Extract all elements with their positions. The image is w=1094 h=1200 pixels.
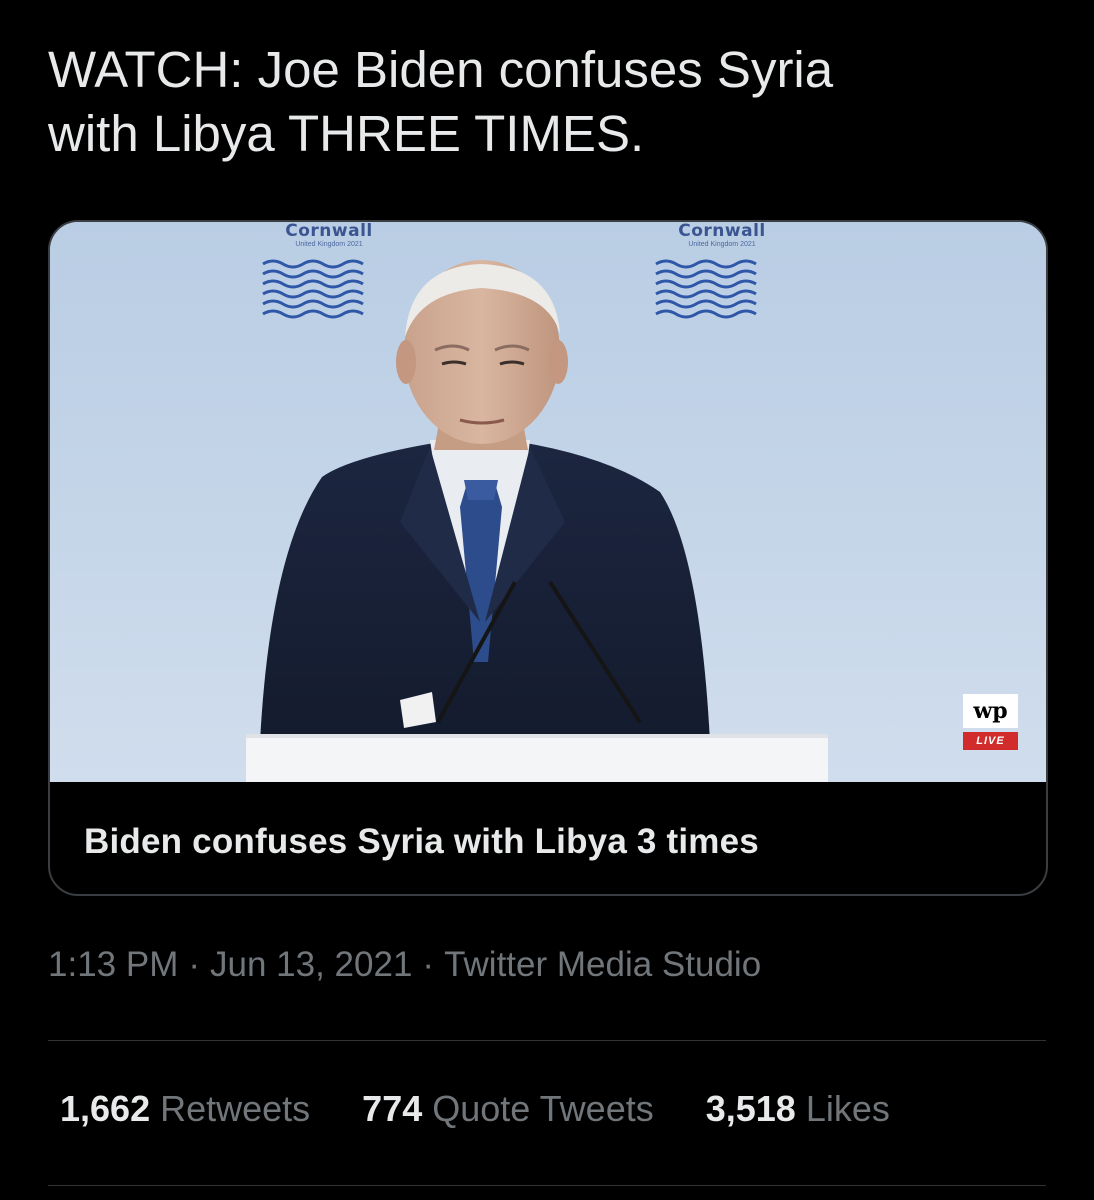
tweet-text: WATCH: Joe Biden confuses Syria with Lib… xyxy=(48,38,1048,166)
retweets-count: 1,662 xyxy=(60,1088,151,1129)
tweet-text-line-2: with Libya THREE TIMES. xyxy=(48,105,645,162)
quote-tweets-label: Quote Tweets xyxy=(432,1088,654,1129)
separator-dot: · xyxy=(422,945,435,984)
cornwall-logo-right-sub: United Kingdom 2021 xyxy=(688,241,756,248)
washington-post-live-watermark: wp LIVE xyxy=(963,694,1018,756)
cornwall-logo-left-sub: United Kingdom 2021 xyxy=(295,241,363,248)
likes-label: Likes xyxy=(805,1088,890,1129)
retweets-stat[interactable]: 1,662 Retweets xyxy=(60,1088,310,1130)
wp-logo-icon: wp xyxy=(963,694,1018,728)
divider-bottom xyxy=(48,1185,1046,1186)
video-player[interactable]: Cornwall United Kingdom 2021 Cornwall Un… xyxy=(50,222,1046,782)
video-media-card[interactable]: Cornwall United Kingdom 2021 Cornwall Un… xyxy=(48,220,1048,896)
live-badge: LIVE xyxy=(963,732,1018,750)
tweet-source[interactable]: Twitter Media Studio xyxy=(444,945,761,984)
tweet-date[interactable]: Jun 13, 2021 xyxy=(210,945,412,984)
retweets-label: Retweets xyxy=(160,1088,311,1129)
media-card-title[interactable]: Biden confuses Syria with Libya 3 times xyxy=(84,822,759,862)
cornwall-logo-right-word: Cornwall xyxy=(678,222,766,241)
tweet-detail-page: WATCH: Joe Biden confuses Syria with Lib… xyxy=(0,0,1094,1200)
tweet-time[interactable]: 1:13 PM xyxy=(48,945,178,984)
video-frame-illustration xyxy=(50,222,1046,782)
quote-tweets-count: 774 xyxy=(362,1088,423,1129)
tweet-metadata: 1:13 PM · Jun 13, 2021 · Twitter Media Studi… xyxy=(48,945,761,985)
likes-count: 3,518 xyxy=(705,1088,796,1129)
cornwall-logo-left: Cornwall United Kingdom 2021 xyxy=(264,222,394,249)
divider-top xyxy=(48,1040,1046,1041)
tweet-text-line-1: WATCH: Joe Biden confuses Syria xyxy=(48,41,834,98)
cornwall-logo-right: Cornwall United Kingdom 2021 xyxy=(657,222,787,249)
likes-stat[interactable]: 3,518 Likes xyxy=(706,1088,890,1130)
quote-tweets-stat[interactable]: 774 Quote Tweets xyxy=(362,1088,654,1130)
engagement-stats: 1,662 Retweets 774 Quote Tweets 3,518 Likes xyxy=(60,1088,890,1130)
separator-dot: · xyxy=(188,945,201,984)
cornwall-logo-left-word: Cornwall xyxy=(285,222,373,241)
